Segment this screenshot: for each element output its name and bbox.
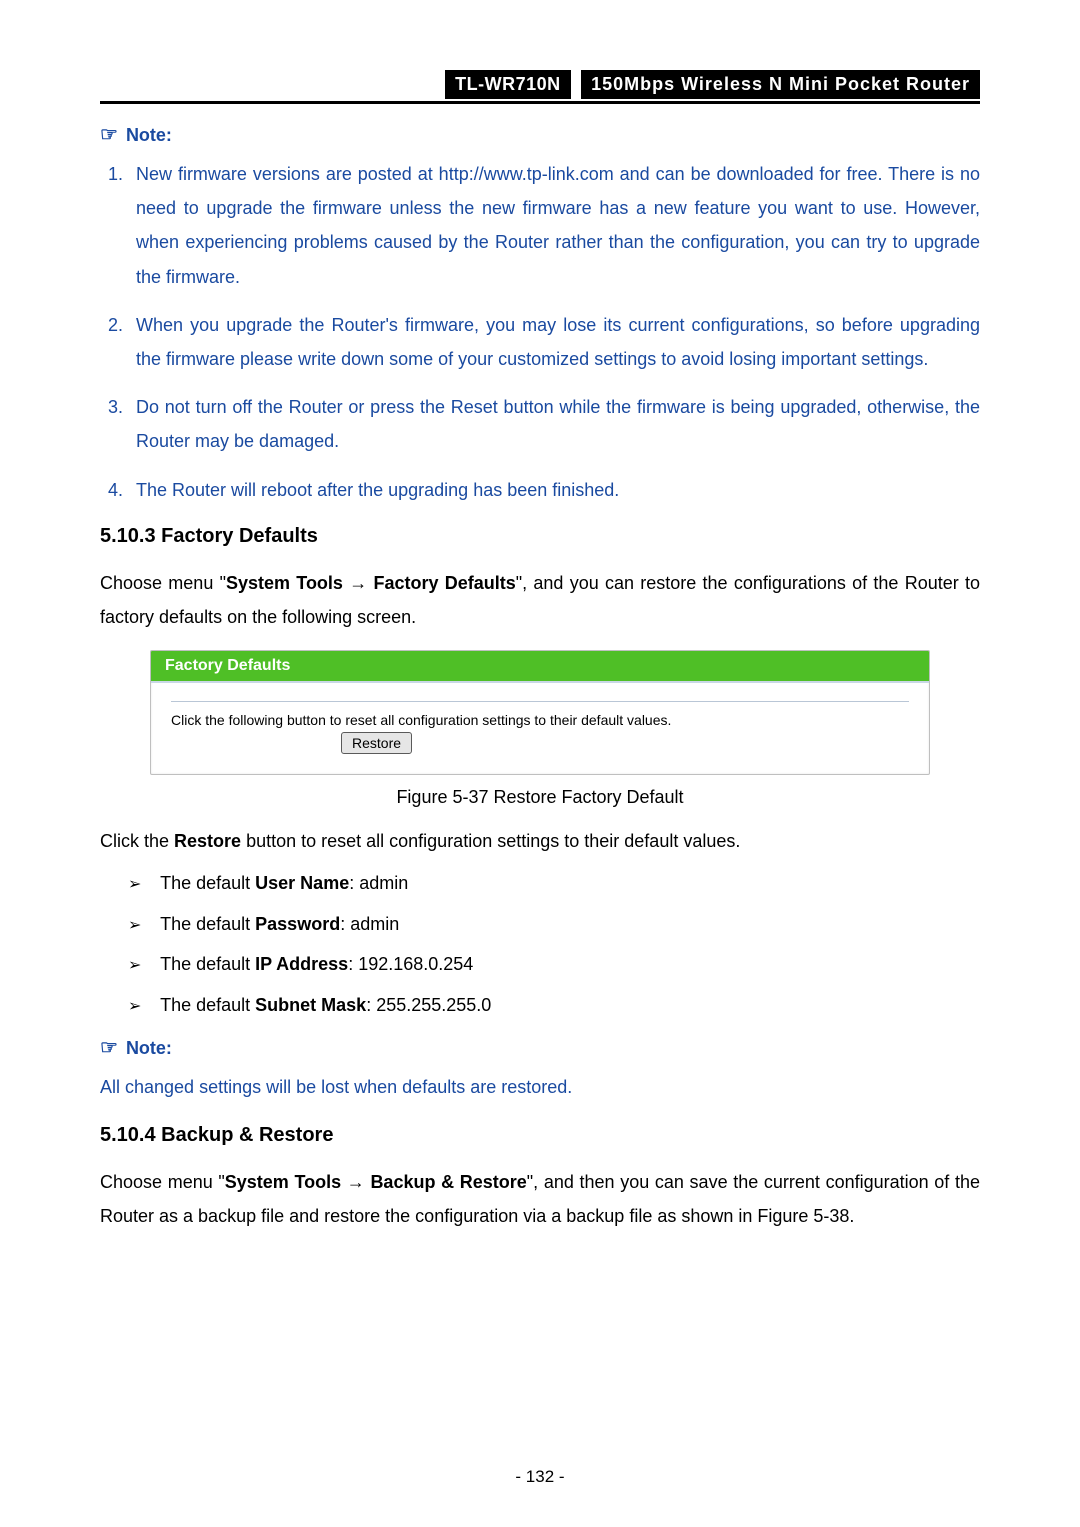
default-password-label: Password [255, 914, 340, 934]
defaults-list: The default User Name: admin The default… [100, 868, 980, 1020]
menu-system-tools: System Tools [226, 573, 343, 593]
factory-defaults-figure: Factory Defaults Click the following but… [150, 650, 930, 775]
default-subnet-label: Subnet Mask [255, 995, 366, 1015]
text-fragment: Choose menu " [100, 573, 226, 593]
note-ordered-list: New firmware versions are posted at http… [100, 157, 980, 507]
menu-arrow-2: → [341, 1172, 370, 1192]
default-user-name-value: : admin [349, 873, 408, 893]
restore-bold: Restore [174, 831, 241, 851]
text-fragment: Choose menu " [100, 1172, 225, 1192]
list-item: The default User Name: admin [128, 868, 980, 899]
figure-divider [171, 701, 909, 702]
menu-arrow: → [343, 573, 374, 593]
restore-instruction: Click the Restore button to reset all co… [100, 824, 980, 858]
figure-body: Click the following button to reset all … [151, 683, 929, 774]
figure-title-bar: Factory Defaults [151, 651, 929, 683]
note-heading-2: Note: [100, 1035, 980, 1060]
section-heading-backup-restore: 5.10.4 Backup & Restore [100, 1124, 980, 1147]
note-list-item: New firmware versions are posted at http… [128, 157, 980, 294]
list-item: The default Password: admin [128, 909, 980, 940]
figure-caption: Figure 5-37 Restore Factory Default [100, 787, 980, 808]
note-list-item: Do not turn off the Router or press the … [128, 390, 980, 458]
restore-button[interactable]: Restore [341, 732, 412, 754]
list-item: The default IP Address: 192.168.0.254 [128, 949, 980, 980]
model-description: 150Mbps Wireless N Mini Pocket Router [581, 70, 980, 99]
text-fragment: button to reset all configuration settin… [241, 831, 740, 851]
default-user-name-label: User Name [255, 873, 349, 893]
text-fragment: The default [160, 954, 255, 974]
note-list-item: When you upgrade the Router's firmware, … [128, 308, 980, 376]
menu-factory-defaults: Factory Defaults [373, 573, 515, 593]
backup-restore-intro: Choose menu "System Tools → Backup & Res… [100, 1165, 980, 1233]
note-list-item: The Router will reboot after the upgradi… [128, 473, 980, 507]
menu-backup-restore: Backup & Restore [370, 1172, 526, 1192]
document-header: TL-WR710N 150Mbps Wireless N Mini Pocket… [100, 70, 980, 104]
text-fragment: The default [160, 873, 255, 893]
default-password-value: : admin [340, 914, 399, 934]
text-fragment: The default [160, 995, 255, 1015]
page-number: - 132 - [0, 1467, 1080, 1487]
list-item: The default Subnet Mask: 255.255.255.0 [128, 990, 980, 1021]
note-body-2: All changed settings will be lost when d… [100, 1070, 980, 1104]
text-fragment: The default [160, 914, 255, 934]
figure-body-text: Click the following button to reset all … [171, 712, 671, 728]
default-ip-value: : 192.168.0.254 [348, 954, 473, 974]
note-heading-1: Note: [100, 122, 980, 147]
section-heading-factory-defaults: 5.10.3 Factory Defaults [100, 525, 980, 548]
default-ip-label: IP Address [255, 954, 348, 974]
model-number: TL-WR710N [445, 70, 571, 99]
menu-system-tools-2: System Tools [225, 1172, 341, 1192]
text-fragment: Click the [100, 831, 174, 851]
default-subnet-value: : 255.255.255.0 [366, 995, 491, 1015]
factory-defaults-intro: Choose menu "System Tools → Factory Defa… [100, 566, 980, 634]
